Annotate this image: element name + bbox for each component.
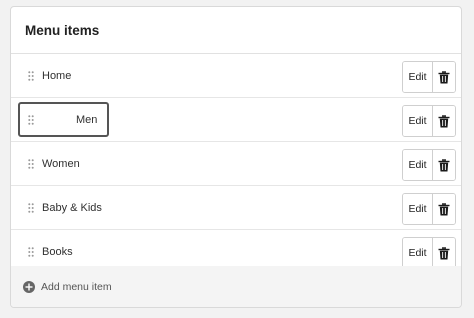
menu-items-card: Menu items Home Edit Men Edit Women Edit… (10, 6, 462, 308)
trash-icon (438, 70, 450, 83)
delete-button[interactable] (433, 150, 455, 180)
row-actions: Edit (402, 61, 456, 93)
delete-button[interactable] (433, 62, 455, 92)
menu-item-row-men[interactable]: Men Edit (11, 98, 461, 142)
drag-handle-icon[interactable] (24, 246, 38, 257)
trash-icon (438, 202, 450, 215)
menu-item-label: Home (42, 69, 72, 82)
delete-button[interactable] (433, 194, 455, 224)
edit-button[interactable]: Edit (403, 238, 433, 268)
menu-item-label: Books (42, 245, 73, 258)
trash-icon (438, 158, 450, 171)
drag-handle-icon[interactable] (24, 70, 38, 81)
menu-item-label: Baby & Kids (42, 201, 102, 214)
row-actions: Edit (402, 149, 456, 181)
menu-item-row-home[interactable]: Home Edit (11, 54, 461, 98)
trash-icon (438, 246, 450, 259)
menu-item-label: Women (42, 157, 80, 170)
add-menu-item-label: Add menu item (41, 280, 112, 293)
menu-item-label: Men (76, 113, 98, 126)
edit-button[interactable]: Edit (403, 106, 433, 136)
drag-handle-icon[interactable] (24, 202, 38, 213)
trash-icon (438, 114, 450, 127)
edit-button[interactable]: Edit (403, 62, 433, 92)
edit-button[interactable]: Edit (403, 150, 433, 180)
row-actions: Edit (402, 193, 456, 225)
row-actions: Edit (402, 237, 456, 269)
delete-button[interactable] (433, 106, 455, 136)
menu-item-row-women[interactable]: Women Edit (11, 142, 461, 186)
delete-button[interactable] (433, 238, 455, 268)
add-menu-item-button[interactable]: Add menu item (11, 266, 461, 307)
card-title: Menu items (11, 7, 461, 54)
menu-item-row-baby-kids[interactable]: Baby & Kids Edit (11, 186, 461, 230)
row-actions: Edit (402, 105, 456, 137)
plus-circle-icon (23, 280, 35, 293)
drag-handle-icon[interactable] (24, 114, 38, 125)
drag-handle-icon[interactable] (24, 158, 38, 169)
edit-button[interactable]: Edit (403, 194, 433, 224)
